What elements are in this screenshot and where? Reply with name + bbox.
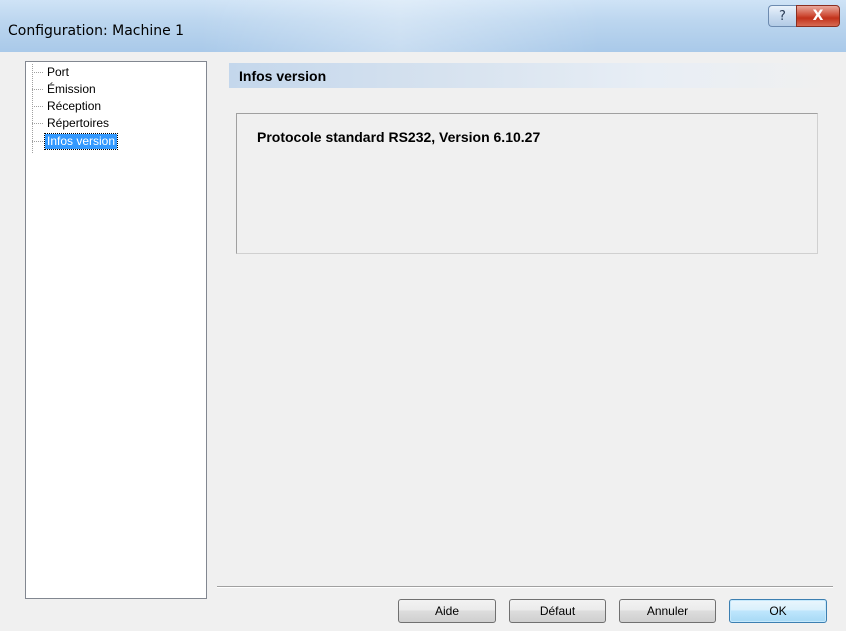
tree-item-label: Répertoires [47,115,110,130]
annuler-button[interactable]: Annuler [619,599,716,623]
window-title: Configuration: Machine 1 [8,23,185,39]
tree-item-label: Réception [47,98,102,113]
tree-item-infos-version[interactable]: Infos version [32,132,119,150]
tree-item-reception[interactable]: Réception [32,98,103,114]
defaut-button[interactable]: Défaut [509,599,606,623]
tree-branch-line [32,105,43,107]
button-separator [217,586,833,588]
close-button[interactable]: X [796,5,840,27]
tree-branch-line [32,71,43,73]
tree-branch-line [32,122,43,124]
tree-item-label: Port [47,64,70,79]
tree-item-repertoires[interactable]: Répertoires [32,115,111,131]
tree-item-port[interactable]: Port [32,64,71,80]
section-header: Infos version [229,63,833,88]
tree-item-label: Infos version [43,132,119,150]
section-title: Infos version [239,68,327,84]
tree-item-emission[interactable]: Émission [32,81,98,97]
dialog-client-area: Port Émission Réception Répertoires Info… [8,52,846,631]
tree-item-label: Émission [47,81,96,96]
question-icon: ? [779,8,786,24]
version-info-box: Protocole standard RS232, Version 6.10.2… [236,113,818,254]
caption-buttons: ? X [768,5,840,27]
title-bar: Configuration: Machine 1 ? X [0,0,846,52]
version-text: Protocole standard RS232, Version 6.10.2… [257,129,541,145]
aide-button[interactable]: Aide [398,599,496,623]
help-button[interactable]: ? [768,5,796,27]
category-tree[interactable]: Port Émission Réception Répertoires Info… [25,61,207,599]
ok-button[interactable]: OK [729,599,827,623]
tree-branch-line [32,140,43,142]
close-icon: X [812,8,824,24]
tree-branch-line [32,88,43,90]
